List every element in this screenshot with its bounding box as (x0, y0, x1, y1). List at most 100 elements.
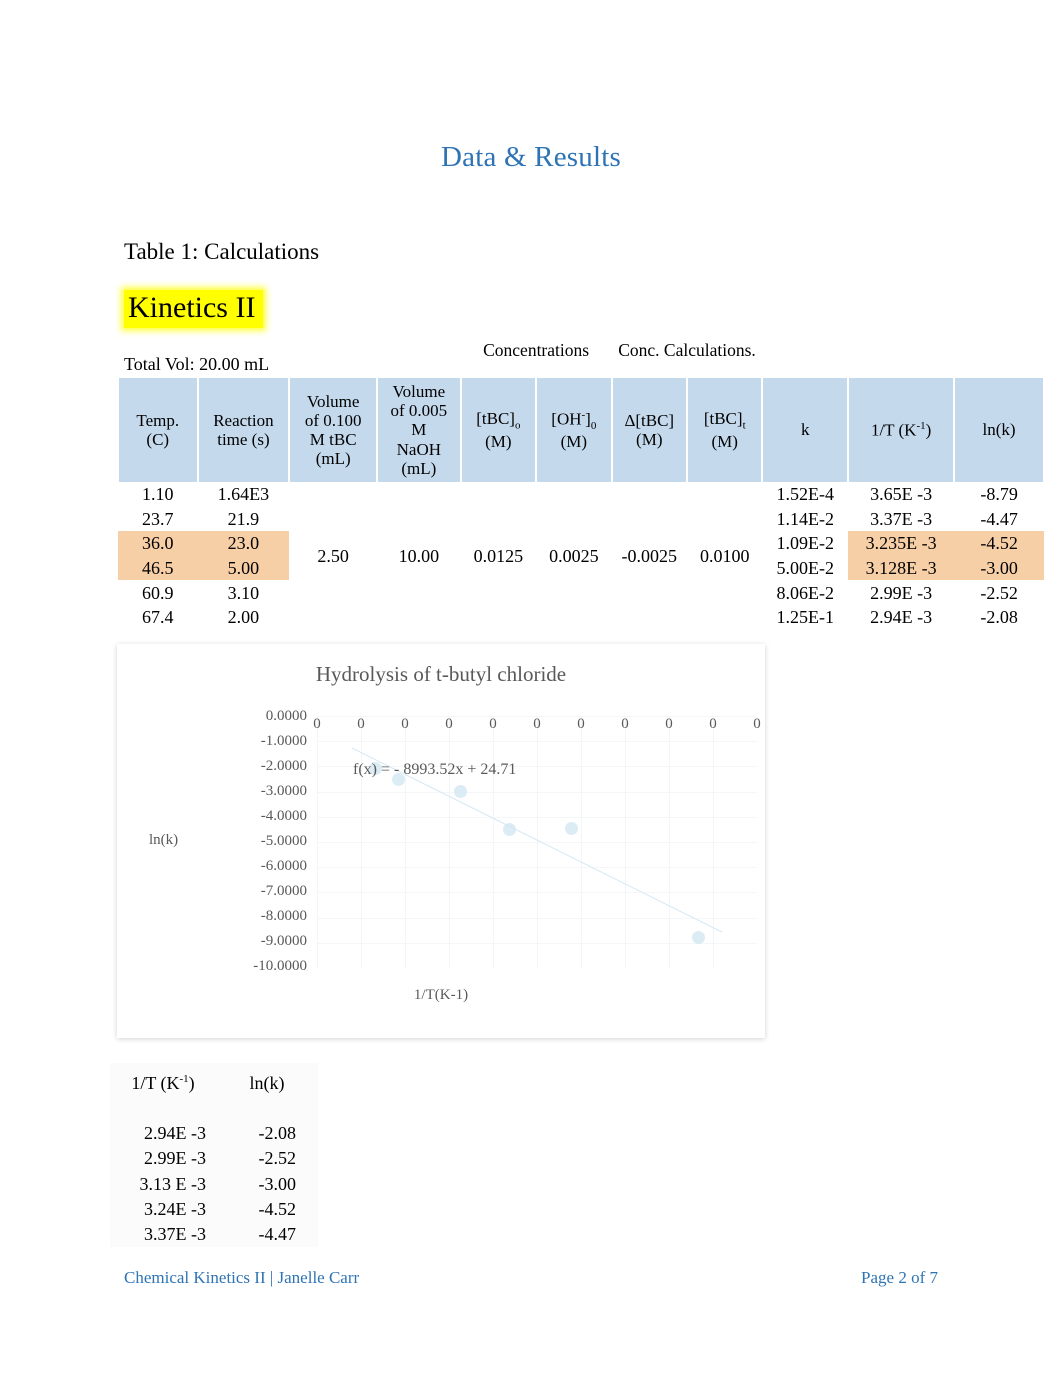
col-header-tbc0: [tBC]o (M) (459, 378, 538, 482)
chart-x-tick: 0 (665, 716, 673, 732)
summary-table-row: 3.13 E -3 -3.00 (110, 1171, 318, 1197)
summary-col-header-inverse-temp: 1/T (K-1) (110, 1063, 216, 1103)
footer-page-number: Page 2 of 7 (861, 1268, 938, 1287)
chart-x-tick-labels: 0 0 0 0 0 0 0 0 0 0 0 (313, 716, 761, 734)
cell-temp: 1.10 (118, 482, 198, 507)
col-header-reaction-time: Reaction time (s) (196, 378, 291, 482)
summary-table-row: 3.24E -3 -4.52 (110, 1196, 318, 1223)
col-header-volume-tbc: Volume of 0.100 M tBC (mL) (288, 378, 379, 482)
chart-y-tick: -6.0000 (260, 858, 307, 874)
group-spacer-6 (848, 322, 954, 378)
summary-table-row: 2.99E -3 -2.52 (110, 1146, 318, 1172)
cell-temp: 67.4 (118, 604, 198, 630)
col-header-oh0: [OH-]0 (M) (535, 378, 613, 482)
chart-x-tick: 0 (533, 716, 541, 732)
chart-y-tick: -10.0000 (253, 958, 307, 974)
chart-x-axis-title: 1/T(K-1) (413, 987, 469, 1003)
cell-rate-constant: 8.06E-2 (762, 580, 849, 605)
chart-data-point (564, 822, 578, 836)
cell-temp: 46.5 (118, 555, 198, 581)
cell-reaction-time: 21.9 (197, 506, 290, 532)
chart-y-tick-labels: 0.0000 -1.0000 -2.0000 -3.0000 -4.0000 -5.000… (187, 704, 307, 979)
summary-cell-lnk: -4.47 (216, 1222, 318, 1248)
calculations-table-wrapper: Concentrations Conc. Calculations. Temp.… (117, 322, 1045, 630)
chart-x-tick: 0 (445, 716, 453, 732)
summary-cell-lnk: -2.52 (216, 1146, 318, 1172)
table-caption: Table 1: Calculations (124, 239, 320, 264)
group-spacer-2 (198, 322, 290, 378)
summary-header-row: 1/T (K-1) ln(k) (110, 1063, 318, 1103)
cell-reaction-time: 1.64E3 (197, 482, 290, 507)
summary-cell-inverse-temp: 2.94E -3 (110, 1121, 216, 1147)
chart-x-tick: 0 (489, 716, 497, 732)
col-header-lnk: ln(k) (953, 378, 1045, 482)
page-title: Data & Results (440, 141, 621, 173)
cell-lnk: -8.79 (954, 482, 1044, 507)
cell-volume-tbc: 2.50 (289, 482, 378, 630)
summary-table: 1/T (K-1) ln(k) 2.94E -3 -2.08 2.99E -3 -2.… (110, 1063, 318, 1248)
cell-tbct: 0.0100 (687, 482, 763, 630)
chart-x-tick: 0 (313, 716, 321, 732)
chart-y-tick: -2.0000 (260, 758, 307, 774)
chart-x-tick: 0 (753, 716, 761, 732)
chart-title: Hydrolysis of t-butyl chloride (315, 662, 567, 686)
cell-reaction-time: 5.00 (197, 555, 290, 581)
chart-x-tick: 0 (709, 716, 717, 732)
group-spacer-1 (118, 322, 198, 378)
chart-y-axis-title: ln(k) (149, 832, 179, 848)
cell-inverse-temp: 2.99E -3 (848, 580, 955, 605)
footer-left-text: Chemical Kinetics II | Janelle Carr (124, 1268, 360, 1287)
cell-reaction-time: 23.0 (197, 531, 290, 556)
cell-rate-constant: 1.25E-1 (762, 604, 849, 630)
summary-col-header-lnk: ln(k) (216, 1063, 318, 1103)
cell-inverse-temp: 2.94E -3 (848, 604, 955, 630)
chart-y-tick: -7.0000 (260, 883, 307, 899)
summary-table-row: 3.37E -3 -4.47 (110, 1222, 318, 1248)
summary-cell-inverse-temp: 3.13 E -3 (110, 1171, 216, 1197)
summary-cell-lnk: -4.52 (216, 1196, 318, 1223)
cell-temp: 36.0 (118, 531, 198, 556)
arrhenius-chart: Hydrolysis of t-butyl chloride ln(k) 0.0… (117, 644, 765, 1038)
chart-x-tick: 0 (621, 716, 629, 732)
summary-cell-inverse-temp: 3.24E -3 (110, 1196, 216, 1223)
cell-tbc0: 0.0125 (460, 482, 537, 630)
cell-reaction-time: 2.00 (197, 604, 290, 630)
col-header-temp: Temp. (C) (117, 378, 199, 482)
cell-delta-tbc: -0.0025 (611, 482, 687, 630)
col-header-tbct: [tBC]t (M) (685, 378, 764, 482)
calculations-table: Concentrations Conc. Calculations. Temp.… (117, 322, 1045, 630)
chart-trendline (317, 716, 757, 968)
group-spacer-5 (762, 322, 848, 378)
chart-y-tick: -8.0000 (260, 908, 307, 924)
cell-lnk: -4.52 (954, 531, 1044, 556)
cell-inverse-temp: 3.128E -3 (848, 555, 955, 581)
cell-lnk: -2.08 (954, 604, 1044, 630)
cell-oh0: 0.0025 (536, 482, 612, 630)
summary-cell-lnk: -2.08 (216, 1121, 318, 1147)
chart-x-tick: 0 (357, 716, 365, 732)
cell-rate-constant: 1.09E-2 (762, 531, 849, 556)
group-header-concentrations: Concentrations (460, 322, 612, 378)
col-header-delta-tbc: Δ[tBC] (M) (610, 378, 689, 482)
cell-rate-constant: 1.14E-2 (762, 506, 849, 532)
table-row: 1.10 1.64E3 2.50 10.00 0.0125 0.0025 -0.0025 0.… (118, 482, 1044, 630)
chart-x-tick: 0 (401, 716, 409, 732)
summary-cell-inverse-temp: 2.99E -3 (110, 1146, 216, 1172)
chart-y-tick: -3.0000 (260, 783, 307, 799)
cell-temp: 23.7 (118, 506, 198, 532)
summary-cell-lnk: -3.00 (216, 1171, 318, 1197)
chart-y-tick: 0.0000 (265, 708, 307, 724)
chart-trendline-equation: f(x) = - 8993.52x + 24.71 (353, 761, 517, 778)
chart-plot-area (317, 716, 757, 968)
cell-inverse-temp: 3.65E -3 (848, 482, 955, 507)
cell-rate-constant: 1.52E-4 (762, 482, 849, 507)
group-header-conc-calculations: Conc. Calculations. (611, 322, 763, 378)
summary-cell-inverse-temp: 3.37E -3 (110, 1222, 216, 1248)
summary-table-row: 2.94E -3 -2.08 (110, 1121, 318, 1147)
cell-lnk: -2.52 (954, 580, 1044, 605)
chart-y-tick: -1.0000 (260, 733, 307, 749)
cell-inverse-temp: 3.37E -3 (848, 506, 955, 532)
cell-lnk: -4.47 (954, 506, 1044, 532)
group-spacer-7 (954, 322, 1044, 378)
cell-temp: 60.9 (118, 580, 198, 605)
